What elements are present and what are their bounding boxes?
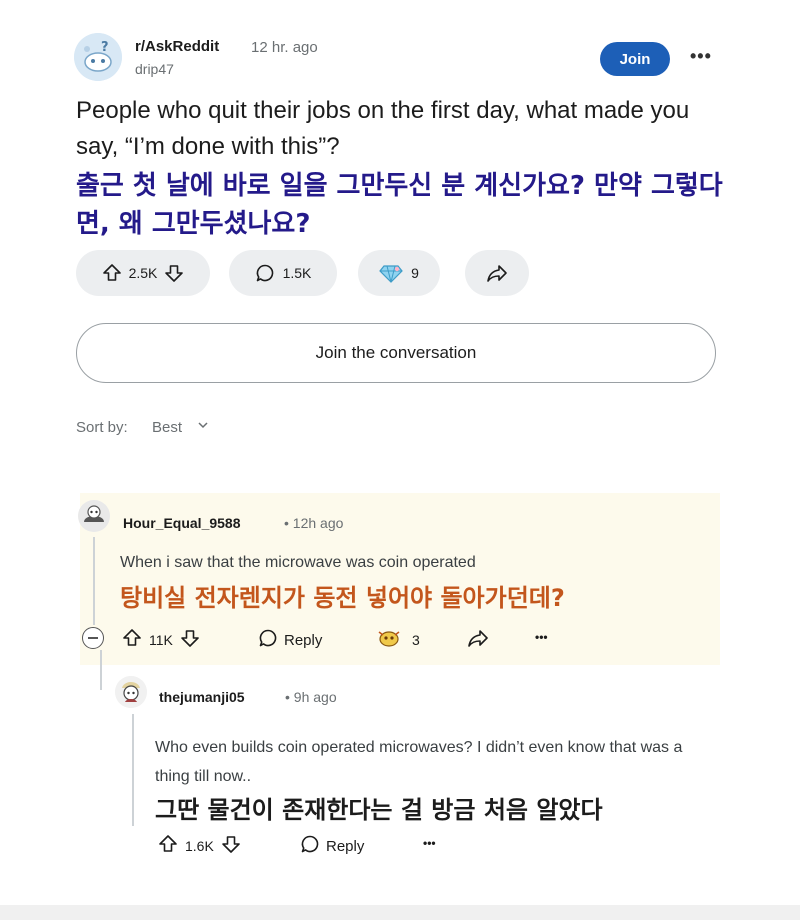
comment-more-menu[interactable]: ••• bbox=[535, 630, 548, 644]
post-title: People who quit their jobs on the first … bbox=[76, 97, 690, 160]
reply-body: Who even builds coin operated microwaves… bbox=[155, 739, 683, 785]
upvote-icon[interactable] bbox=[122, 628, 142, 651]
diamond-award-icon bbox=[379, 263, 403, 283]
reply-label: Reply bbox=[284, 631, 323, 649]
downvote-icon[interactable] bbox=[180, 628, 200, 651]
comment-vote-count: 11K bbox=[149, 631, 173, 648]
comment-icon bbox=[255, 263, 275, 283]
comment-vote: 11K bbox=[122, 628, 200, 651]
thread-line bbox=[93, 537, 95, 625]
reply-body-korean: 그딴 물건이 존재한다는 걸 방금 처음 알았다 bbox=[155, 796, 603, 824]
reply-vote-count: 1.6K bbox=[185, 837, 214, 854]
comment-time: • 12h ago bbox=[284, 515, 344, 531]
comment-body: When i saw that the microwave was coin o… bbox=[120, 554, 476, 571]
post-vote-count: 2.5K bbox=[128, 265, 158, 281]
award-count: 9 bbox=[411, 265, 419, 281]
svg-text:?: ? bbox=[101, 40, 109, 55]
comment-award-count: 3 bbox=[412, 631, 420, 648]
post-author[interactable]: drip47 bbox=[135, 61, 174, 77]
post-time: 12 hr. ago bbox=[251, 39, 318, 56]
reply-more-menu[interactable]: ••• bbox=[423, 836, 436, 850]
reply-button[interactable]: Reply bbox=[300, 834, 364, 858]
join-button[interactable]: Join bbox=[600, 42, 670, 76]
comments-button[interactable]: 1.5K bbox=[229, 250, 337, 296]
post-title-korean: 출근 첫 날에 바로 일을 그만두신 분 계신가요? 만약 그렇다면, 왜 그만… bbox=[76, 171, 723, 239]
subreddit-name[interactable]: r/AskReddit bbox=[135, 38, 219, 55]
share-icon bbox=[486, 263, 508, 283]
comment-icon bbox=[300, 834, 320, 858]
reply-button[interactable]: Reply bbox=[258, 628, 322, 652]
comment-avatar[interactable] bbox=[78, 500, 110, 532]
upvote-icon[interactable] bbox=[158, 834, 178, 857]
comment-username[interactable]: Hour_Equal_9588 bbox=[123, 515, 241, 531]
reply-label: Reply bbox=[326, 837, 365, 855]
comment-count: 1.5K bbox=[282, 265, 312, 281]
subreddit-avatar[interactable]: ? bbox=[74, 33, 122, 81]
sort-label: Sort by: bbox=[76, 419, 128, 436]
reply-vote: 1.6K bbox=[158, 834, 241, 857]
reply-username[interactable]: thejumanji05 bbox=[159, 689, 245, 705]
comment-body-korean: 탕비실 전자렌지가 동전 넣어야 돌아가던데? bbox=[120, 584, 565, 612]
award-icon bbox=[376, 628, 402, 651]
comment-award[interactable]: 3 bbox=[376, 628, 420, 651]
vote-pill: 2.5K bbox=[76, 250, 210, 296]
thread-line bbox=[100, 650, 102, 690]
join-conversation-input[interactable]: Join the conversation bbox=[76, 323, 716, 383]
page-bottom-edge bbox=[0, 905, 800, 920]
share-button[interactable] bbox=[465, 250, 529, 296]
comment-icon bbox=[258, 628, 278, 652]
award-button[interactable]: 9 bbox=[358, 250, 440, 296]
post-more-menu[interactable]: ••• bbox=[690, 46, 712, 67]
share-icon[interactable] bbox=[467, 628, 489, 648]
upvote-icon[interactable] bbox=[102, 263, 122, 283]
collapse-thread-button[interactable] bbox=[82, 627, 104, 649]
downvote-icon[interactable] bbox=[221, 834, 241, 857]
reply-time: • 9h ago bbox=[285, 689, 337, 705]
sort-dropdown[interactable]: Best bbox=[152, 419, 182, 436]
reply-avatar[interactable] bbox=[115, 676, 147, 708]
thread-line bbox=[132, 714, 134, 826]
downvote-icon[interactable] bbox=[164, 263, 184, 283]
chevron-down-icon[interactable] bbox=[196, 418, 210, 437]
